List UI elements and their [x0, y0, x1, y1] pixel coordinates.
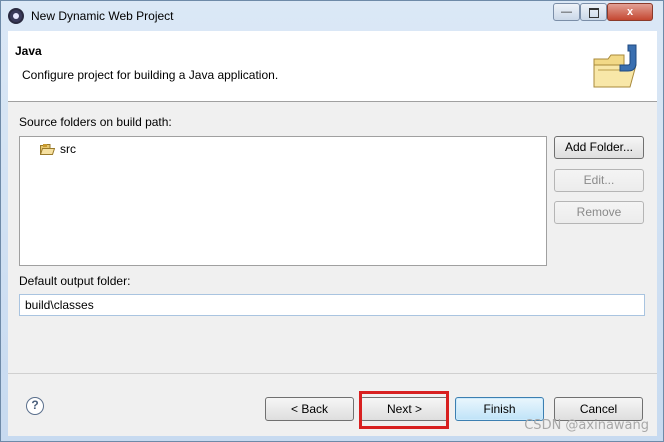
- page-title: Java: [15, 44, 42, 58]
- maximize-icon: [588, 8, 599, 18]
- close-button[interactable]: x: [607, 3, 653, 21]
- help-icon[interactable]: ?: [26, 397, 44, 415]
- page-description: Configure project for building a Java ap…: [22, 68, 279, 82]
- minimize-button[interactable]: —: [553, 3, 580, 21]
- watermark: CSDN @axinawang: [524, 418, 649, 433]
- dialog-window: New Dynamic Web Project — x Java Configu…: [0, 0, 664, 442]
- source-folders-label: Source folders on build path:: [19, 115, 172, 129]
- edit-button[interactable]: Edit...: [554, 169, 644, 192]
- list-item[interactable]: src: [40, 141, 76, 157]
- maximize-button[interactable]: [580, 3, 607, 21]
- add-folder-button[interactable]: Add Folder...: [554, 136, 644, 159]
- minimize-icon: —: [561, 6, 572, 18]
- output-folder-field[interactable]: build\classes: [19, 294, 645, 316]
- output-folder-label: Default output folder:: [19, 274, 131, 288]
- close-icon: x: [626, 6, 634, 18]
- list-item-label: src: [60, 142, 76, 156]
- title-bar: New Dynamic Web Project — x: [1, 1, 663, 31]
- eclipse-icon: [8, 8, 24, 24]
- source-folder-icon: [40, 143, 55, 155]
- java-folder-icon: [593, 44, 637, 88]
- wizard-body: Source folders on build path: src Add Fo…: [8, 102, 657, 373]
- wizard-banner: Java Configure project for building a Ja…: [8, 31, 657, 102]
- window-title: New Dynamic Web Project: [31, 9, 174, 23]
- source-folders-list[interactable]: src: [19, 136, 547, 266]
- next-button[interactable]: Next >: [360, 397, 449, 421]
- back-button[interactable]: < Back: [265, 397, 354, 421]
- remove-button[interactable]: Remove: [554, 201, 644, 224]
